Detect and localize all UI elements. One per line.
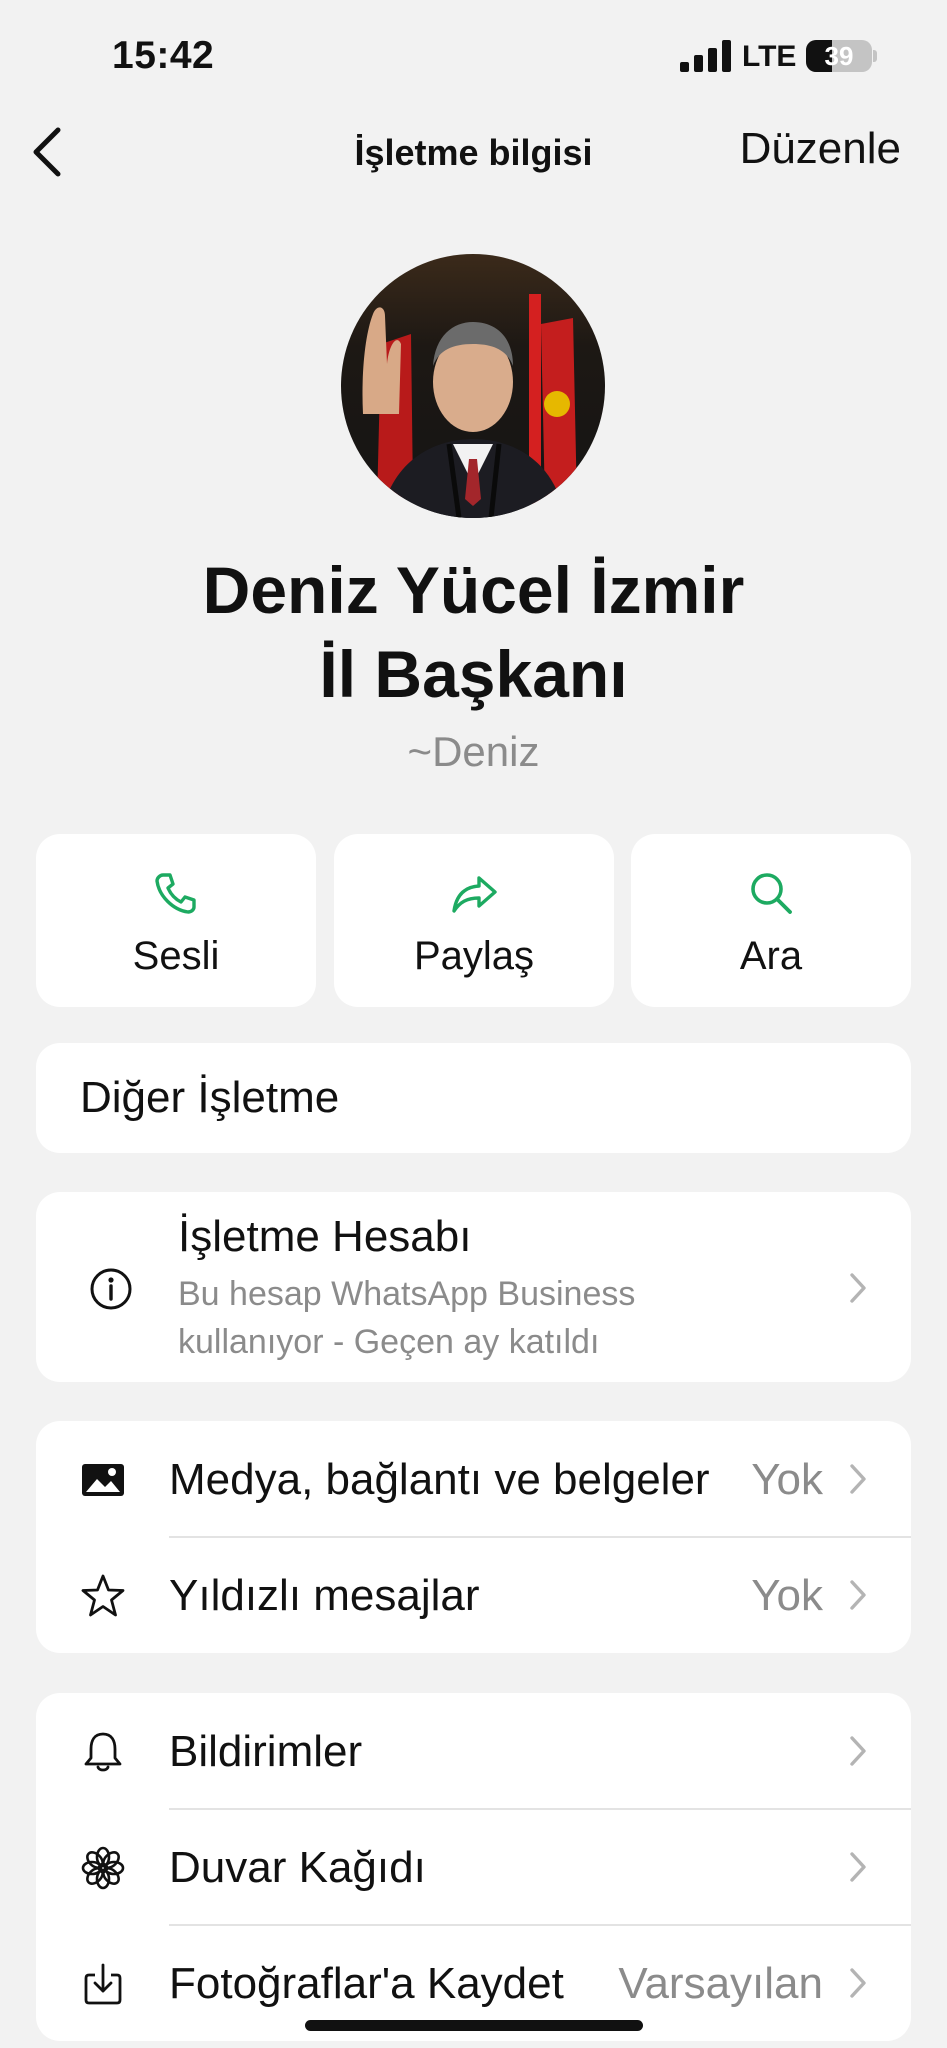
media-links-docs-label: Medya, bağlantı ve belgeler	[169, 1455, 710, 1504]
download-icon	[84, 1963, 122, 2005]
bell-icon	[84, 1732, 122, 1772]
battery-tip	[873, 50, 877, 62]
business-name-line2: İl Başkanı	[319, 637, 628, 711]
media-links-docs-value: Yok	[751, 1455, 823, 1504]
business-account-title: İşletme Hesabı	[178, 1212, 472, 1261]
search-label: Ara	[739, 934, 803, 978]
notifications-label: Bildirimler	[169, 1727, 363, 1776]
status-time: 15:42	[112, 34, 215, 77]
avatar[interactable]	[341, 254, 605, 518]
business-account-row[interactable]: İşletme Hesabı Bu hesap WhatsApp Busines…	[36, 1192, 911, 1382]
chevron-right-icon	[850, 1580, 866, 1610]
share-arrow-icon	[452, 876, 497, 913]
status-bar: 15:42 LTE 39	[0, 0, 947, 110]
flower-icon	[81, 1846, 125, 1890]
starred-messages-label: Yıldızlı mesajlar	[169, 1571, 480, 1620]
voice-call-button[interactable]: Sesli	[36, 834, 316, 1007]
nav-bar: İşletme bilgisi Düzenle	[0, 110, 947, 190]
media-section: Medya, bağlantı ve belgeler Yok Yıldızlı…	[36, 1421, 911, 1653]
image-icon	[82, 1464, 124, 1496]
share-button[interactable]: Paylaş	[334, 834, 614, 1007]
search-button[interactable]: Ara	[631, 834, 911, 1007]
other-business-card[interactable]: Diğer İşletme	[36, 1043, 911, 1153]
notifications-row[interactable]: Bildirimler	[36, 1693, 911, 1809]
chevron-right-icon	[850, 1736, 866, 1766]
voice-call-label: Sesli	[132, 934, 220, 978]
search-icon	[751, 873, 792, 914]
battery-icon: 39	[806, 40, 872, 72]
other-business-label: Diğer İşletme	[80, 1073, 340, 1122]
edit-button[interactable]: Düzenle	[740, 124, 901, 174]
starred-messages-row[interactable]: Yıldızlı mesajlar Yok	[36, 1537, 911, 1653]
media-links-docs-row[interactable]: Medya, bağlantı ve belgeler Yok	[36, 1421, 911, 1537]
info-icon	[90, 1268, 132, 1310]
chevron-right-icon	[850, 1273, 866, 1303]
network-label: LTE	[742, 40, 797, 73]
business-name-line1: Deniz Yücel İzmir	[202, 553, 745, 627]
share-label: Paylaş	[413, 934, 535, 978]
business-name: Deniz Yücel İzmir İl Başkanı	[0, 548, 947, 716]
settings-section: Bildirimler Duvar Kağıdı Fotoğraflar'a K…	[36, 1693, 911, 2041]
push-name: ~Deniz	[407, 728, 540, 775]
home-indicator[interactable]	[305, 2020, 643, 2031]
wallpaper-label: Duvar Kağıdı	[169, 1843, 426, 1892]
profile-photo	[341, 254, 605, 518]
star-icon	[81, 1574, 125, 1617]
chevron-right-icon	[850, 1852, 866, 1882]
save-to-photos-label: Fotoğraflar'a Kaydet	[169, 1959, 564, 2008]
battery-level: 39	[824, 41, 854, 71]
wallpaper-row[interactable]: Duvar Kağıdı	[36, 1809, 911, 1925]
starred-messages-value: Yok	[751, 1571, 823, 1620]
chevron-right-icon	[850, 1464, 866, 1494]
save-to-photos-value: Varsayılan	[618, 1959, 823, 2008]
signal-icon	[680, 40, 731, 72]
chevron-right-icon	[850, 1968, 866, 1998]
business-account-subtitle: Bu hesap WhatsApp Business kullanıyor - …	[178, 1275, 636, 1361]
phone-icon	[155, 873, 196, 914]
